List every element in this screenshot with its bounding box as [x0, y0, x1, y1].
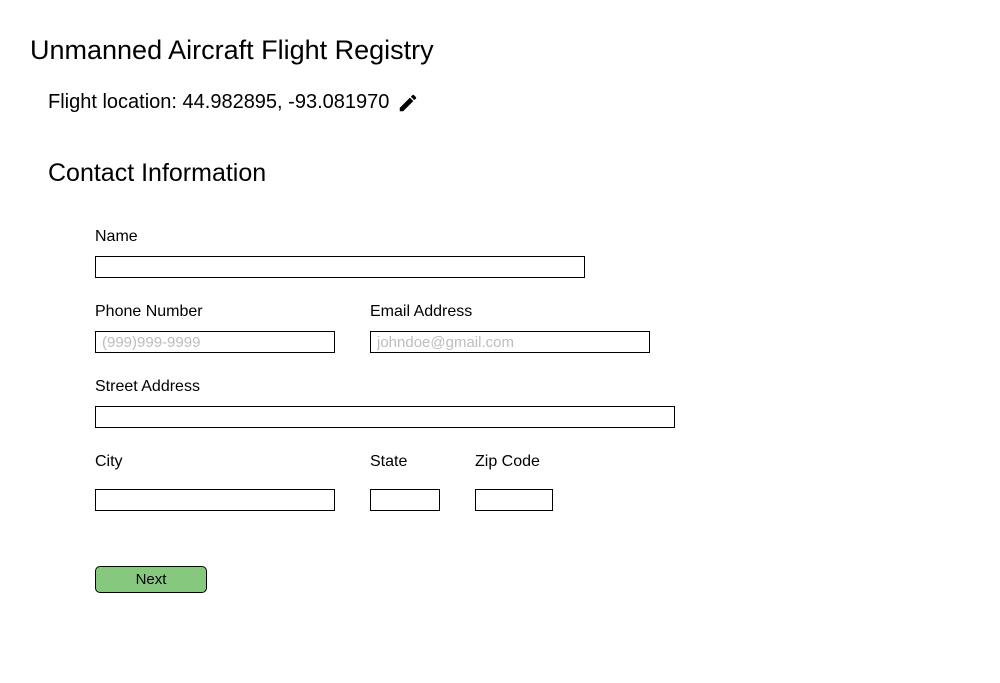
street-input[interactable]	[95, 406, 675, 428]
state-label: State	[370, 453, 440, 471]
flight-location-label: Flight location:	[48, 91, 183, 113]
zip-input[interactable]	[475, 489, 553, 511]
contact-form: Name Phone Number Email Address Street A…	[95, 228, 970, 593]
flight-location-value: 44.982895, -93.081970	[183, 91, 390, 113]
zip-label: Zip Code	[475, 453, 553, 471]
email-label: Email Address	[370, 303, 650, 321]
section-title: Contact Information	[48, 159, 970, 188]
page-title: Unmanned Aircraft Flight Registry	[30, 35, 970, 66]
flight-location-row: Flight location: 44.982895, -93.081970	[48, 91, 970, 114]
city-input[interactable]	[95, 489, 335, 511]
phone-input[interactable]	[95, 331, 335, 353]
name-label: Name	[95, 228, 585, 246]
phone-label: Phone Number	[95, 303, 335, 321]
state-input[interactable]	[370, 489, 440, 511]
city-label: City	[95, 453, 335, 471]
flight-location-text: Flight location: 44.982895, -93.081970	[48, 91, 389, 114]
email-input[interactable]	[370, 331, 650, 353]
name-input[interactable]	[95, 256, 585, 278]
next-button[interactable]: Next	[95, 566, 207, 593]
edit-icon[interactable]	[397, 92, 419, 114]
street-label: Street Address	[95, 378, 675, 396]
